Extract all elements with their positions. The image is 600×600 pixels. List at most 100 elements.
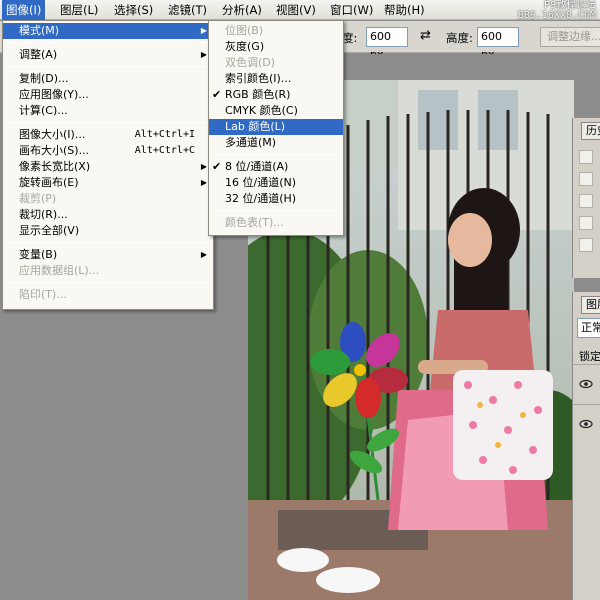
menu-item-label: 应用图像(Y)... bbox=[19, 88, 89, 101]
menu-item-图像大小[interactable]: 图像大小(I)... Alt+Ctrl+I bbox=[3, 127, 213, 143]
menu-separator bbox=[7, 42, 209, 43]
menu-item-label: 复制(D)... bbox=[19, 72, 69, 85]
check-icon: ✔ bbox=[212, 88, 222, 101]
menu-item-位图: 位图(B) bbox=[209, 23, 343, 39]
menu-item-label: 裁切(R)... bbox=[19, 208, 68, 221]
menu-item-label: CMYK 颜色(C) bbox=[225, 104, 298, 117]
menu-item-label: 像素长宽比(X) bbox=[19, 160, 91, 173]
width-field[interactable]: 600 px bbox=[366, 27, 408, 61]
menu-item-显示全部[interactable]: 显示全部(V) bbox=[3, 223, 213, 239]
menu-item-label: 多通道(M) bbox=[225, 136, 277, 149]
layer-row[interactable] bbox=[573, 364, 600, 404]
menu-window[interactable]: 窗口(W) bbox=[326, 0, 377, 20]
menu-view[interactable]: 视图(V) bbox=[272, 0, 320, 20]
history-state[interactable] bbox=[579, 194, 593, 208]
image-menu: 模式(M) ▶ 调整(A) ▶ 复制(D)... 应用图像(Y)... 计算(C)... 图像… bbox=[2, 20, 214, 310]
history-state[interactable] bbox=[579, 172, 593, 186]
menu-analysis[interactable]: 分析(A) bbox=[218, 0, 266, 20]
menu-item-调整[interactable]: 调整(A) ▶ bbox=[3, 47, 213, 63]
menu-item-模式[interactable]: 模式(M) ▶ bbox=[3, 23, 213, 39]
menu-item-label: 计算(C)... bbox=[19, 104, 68, 117]
lock-label: 锁定: bbox=[579, 350, 600, 363]
menu-item-旋转画布[interactable]: 旋转画布(E) ▶ bbox=[3, 175, 213, 191]
menu-item-复制[interactable]: 复制(D)... bbox=[3, 71, 213, 87]
menu-item-双色调: 双色调(D) bbox=[209, 55, 343, 71]
menu-item-label: 旋转画布(E) bbox=[19, 176, 79, 189]
menu-item-label: 应用数据组(L)... bbox=[19, 264, 100, 277]
menu-item-画布大小[interactable]: 画布大小(S)... Alt+Ctrl+C bbox=[3, 143, 213, 159]
history-state[interactable] bbox=[579, 150, 593, 164]
submenu-arrow-icon: ▶ bbox=[200, 178, 207, 187]
swap-arrows-icon[interactable]: ⇄ bbox=[420, 28, 431, 43]
menu-item-灰度[interactable]: 灰度(G) bbox=[209, 39, 343, 55]
menu-separator bbox=[213, 210, 339, 211]
menu-separator bbox=[7, 282, 209, 283]
menu-item-lab-颜色[interactable]: Lab 颜色(L) bbox=[209, 119, 343, 135]
menu-item-8-位-通道[interactable]: ✔ 8 位/通道(A) bbox=[209, 159, 343, 175]
watermark-line-2: BBS.16XX8.COM bbox=[517, 10, 596, 21]
menu-item-32-位-通道[interactable]: 32 位/通道(H) bbox=[209, 191, 343, 207]
menu-item-shortcut: Alt+Ctrl+I bbox=[134, 129, 195, 140]
menu-item-rgb-颜色[interactable]: ✔ RGB 颜色(R) bbox=[209, 87, 343, 103]
menu-item-shortcut: Alt+Ctrl+C bbox=[134, 145, 195, 156]
menu-image[interactable]: 图像(I) bbox=[2, 0, 46, 20]
menu-item-label: 裁剪(P) bbox=[19, 192, 57, 205]
menu-item-16-位-通道[interactable]: 16 位/通道(N) bbox=[209, 175, 343, 191]
history-panel: 历史 bbox=[572, 118, 600, 278]
menu-item-应用数据组: 应用数据组(L)... bbox=[3, 263, 213, 279]
history-state[interactable] bbox=[579, 216, 593, 230]
eye-icon[interactable] bbox=[579, 377, 593, 391]
menu-item-像素长宽比[interactable]: 像素长宽比(X) ▶ bbox=[3, 159, 213, 175]
menu-layer[interactable]: 图层(L) bbox=[56, 0, 102, 20]
menu-item-label: 变量(B) bbox=[19, 248, 58, 261]
menu-item-label: 32 位/通道(H) bbox=[225, 192, 297, 205]
submenu-arrow-icon: ▶ bbox=[200, 50, 207, 59]
menu-item-label: 双色调(D) bbox=[225, 56, 276, 69]
submenu-arrow-icon: ▶ bbox=[200, 250, 207, 259]
menu-item-label: 索引颜色(I)... bbox=[225, 72, 292, 85]
menu-help[interactable]: 帮助(H) bbox=[380, 0, 429, 20]
menu-item-应用图像[interactable]: 应用图像(Y)... bbox=[3, 87, 213, 103]
mode-submenu: 位图(B) 灰度(G) 双色调(D) 索引颜色(I)... ✔ RGB 颜色(R) CMYK… bbox=[208, 20, 344, 236]
menu-item-索引颜色[interactable]: 索引颜色(I)... bbox=[209, 71, 343, 87]
menu-select[interactable]: 选择(S) bbox=[110, 0, 157, 20]
menu-separator bbox=[7, 122, 209, 123]
submenu-arrow-icon: ▶ bbox=[200, 26, 207, 35]
menu-item-陷印: 陷印(T)... bbox=[3, 287, 213, 303]
menu-bar: 图像(I) 图层(L) 选择(S) 滤镜(T) 分析(A) 视图(V) 窗口(W… bbox=[0, 0, 600, 21]
menu-item-label: 陷印(T)... bbox=[19, 288, 67, 301]
menu-separator bbox=[7, 242, 209, 243]
layer-row[interactable] bbox=[573, 404, 600, 444]
menu-item-label: 颜色表(T)... bbox=[225, 216, 284, 229]
site-watermark: PS教程论坛 BBS.16XX8.COM bbox=[518, 1, 596, 21]
menu-item-label: 8 位/通道(A) bbox=[225, 160, 289, 173]
menu-item-label: RGB 颜色(R) bbox=[225, 88, 291, 101]
menu-item-计算[interactable]: 计算(C)... bbox=[3, 103, 213, 119]
height-label: 高度: bbox=[446, 31, 473, 45]
blend-mode-select[interactable]: 正常 bbox=[577, 318, 600, 338]
menu-item-cmyk-颜色[interactable]: CMYK 颜色(C) bbox=[209, 103, 343, 119]
menu-item-多通道[interactable]: 多通道(M) bbox=[209, 135, 343, 151]
menu-filter[interactable]: 滤镜(T) bbox=[164, 0, 211, 20]
menu-item-label: 调整(A) bbox=[19, 48, 58, 61]
menu-item-label: 模式(M) bbox=[19, 24, 60, 37]
menu-item-label: 显示全部(V) bbox=[19, 224, 80, 237]
menu-item-变量[interactable]: 变量(B) ▶ bbox=[3, 247, 213, 263]
menu-item-裁切[interactable]: 裁切(R)... bbox=[3, 207, 213, 223]
menu-item-label: 画布大小(S)... bbox=[19, 144, 90, 157]
menu-separator bbox=[7, 66, 209, 67]
height-field[interactable]: 600 px bbox=[477, 27, 519, 61]
menu-item-label: 位图(B) bbox=[225, 24, 264, 37]
refine-edge-button[interactable]: 调整边缘... bbox=[540, 27, 600, 47]
history-state[interactable] bbox=[579, 238, 593, 252]
check-icon: ✔ bbox=[212, 160, 222, 173]
layers-tab[interactable]: 图层 bbox=[581, 296, 600, 314]
submenu-arrow-icon: ▶ bbox=[200, 162, 207, 171]
history-tab[interactable]: 历史 bbox=[581, 122, 600, 140]
menu-item-label: Lab 颜色(L) bbox=[225, 120, 286, 133]
menu-item-裁剪: 裁剪(P) bbox=[3, 191, 213, 207]
menu-item-label: 灰度(G) bbox=[225, 40, 265, 53]
menu-item-label: 图像大小(I)... bbox=[19, 128, 86, 141]
width-label: 度: bbox=[342, 31, 358, 45]
eye-icon[interactable] bbox=[579, 417, 593, 431]
